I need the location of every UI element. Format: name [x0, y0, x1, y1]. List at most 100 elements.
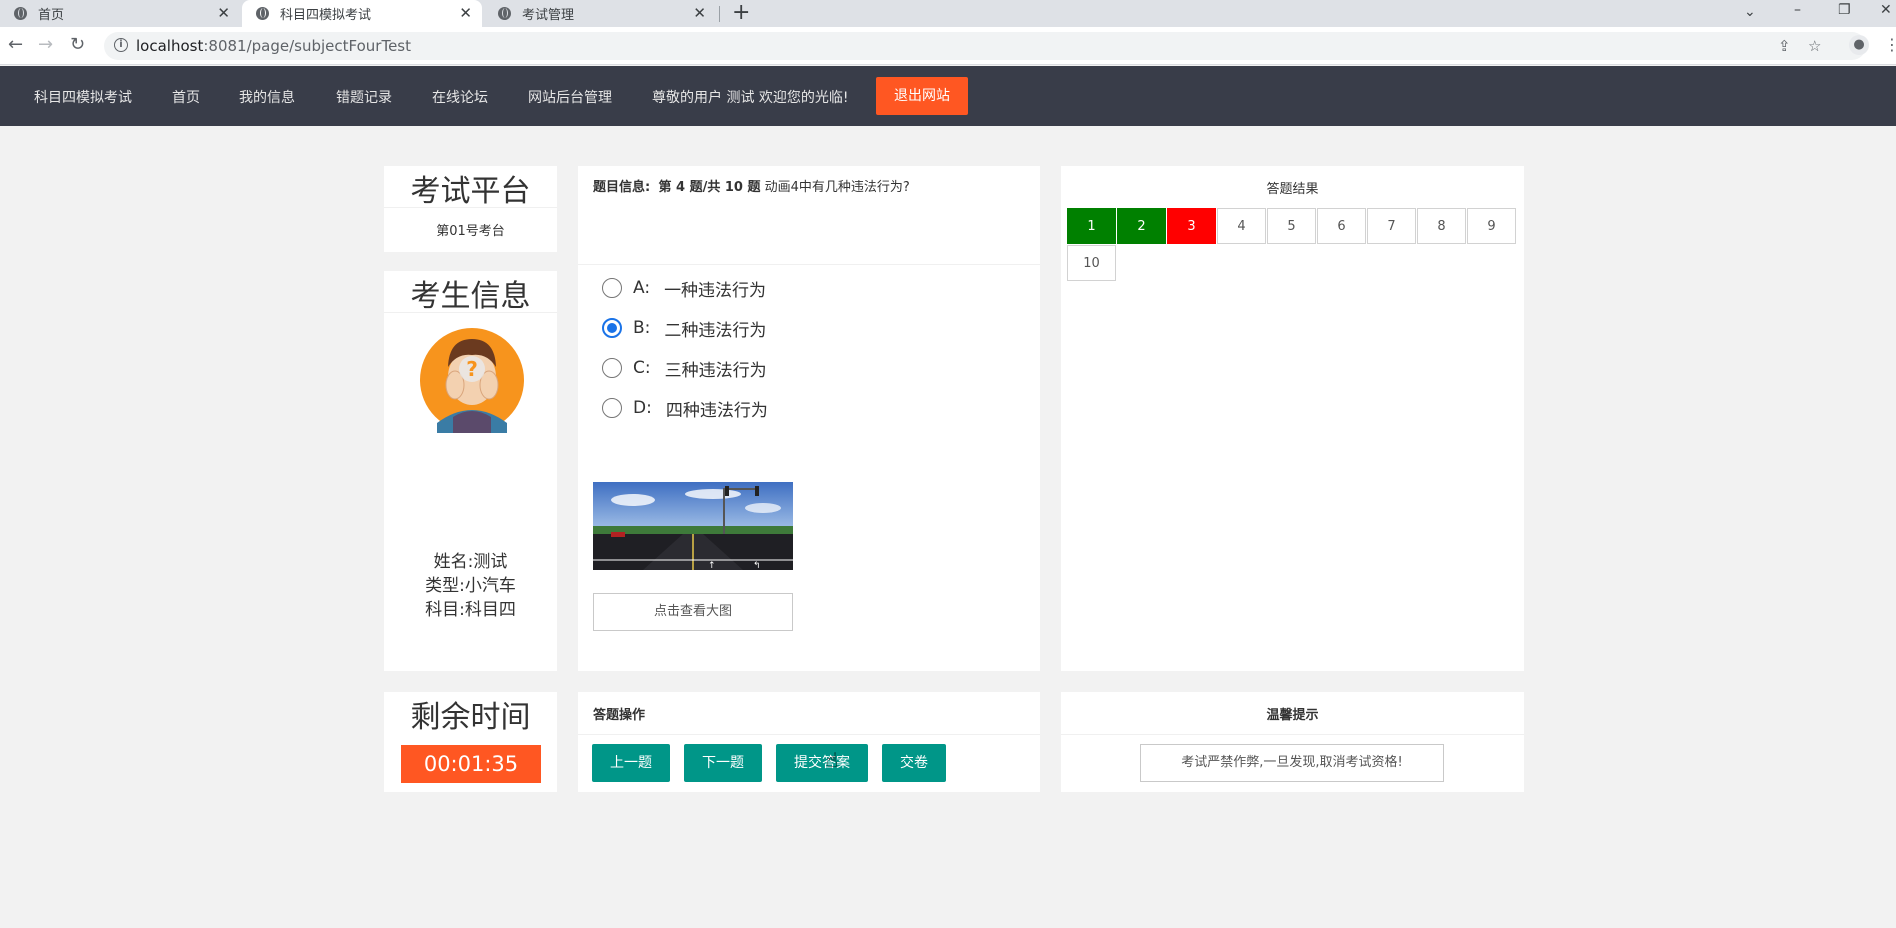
platform-title: 考试平台: [410, 174, 531, 209]
question-label: 题目信息:: [593, 180, 651, 195]
option-b-radio[interactable]: [602, 318, 622, 338]
result-cell-5[interactable]: 5: [1267, 208, 1316, 244]
option-a[interactable]: A: 一种违法行为: [602, 277, 766, 301]
svg-text:↰: ↰: [753, 561, 761, 570]
logout-button[interactable]: 退出网站: [876, 77, 968, 115]
browser-tab-exam[interactable]: 科目四模拟考试 ✕: [242, 0, 482, 27]
option-c[interactable]: C: 三种违法行为: [602, 357, 767, 381]
window-close-icon[interactable]: ✕: [1880, 0, 1892, 20]
close-icon[interactable]: ✕: [217, 4, 230, 22]
examinee-title: 考生信息: [410, 279, 531, 314]
result-cell-3[interactable]: 3: [1167, 208, 1216, 244]
profile-icon[interactable]: ●: [1849, 35, 1869, 55]
address-bar[interactable]: i localhost:8081/page/subjectFourTest ⇪ …: [104, 32, 1866, 60]
question-progress: 第 4 题/共 10 题: [658, 180, 761, 195]
result-cell-4[interactable]: 4: [1217, 208, 1266, 244]
share-icon[interactable]: ⇪: [1778, 37, 1791, 55]
browser-tab-home[interactable]: 首页 ✕: [0, 0, 240, 27]
result-cell-6[interactable]: 6: [1317, 208, 1366, 244]
url-host: localhost: [136, 37, 204, 55]
avatar: ?: [420, 328, 524, 433]
next-question-button[interactable]: 下一题: [684, 744, 762, 782]
question-header: 题目信息: 第 4 题/共 10 题 动画4中有几种违法行为?: [593, 176, 910, 195]
option-text: 四种违法行为: [665, 400, 768, 421]
examinee-name: 姓名:测试: [433, 552, 508, 572]
restore-icon[interactable]: ❐: [1838, 0, 1851, 20]
globe-icon: [256, 7, 269, 20]
tips-title: 温馨提示: [1266, 708, 1319, 723]
svg-text:↑: ↑: [708, 561, 716, 570]
results-title: 答题结果: [1266, 182, 1319, 197]
tab-title: 科目四模拟考试: [280, 8, 372, 23]
globe-icon: [14, 7, 27, 20]
question-panel: 题目信息: 第 4 题/共 10 题 动画4中有几种违法行为? A: 一种违法行…: [578, 166, 1040, 671]
question-animation-image: ↑ ↰: [593, 482, 793, 570]
hand-in-button[interactable]: 交卷: [882, 744, 946, 782]
url-text: localhost:8081/page/subjectFourTest: [136, 37, 411, 55]
examinee-subject: 科目:科目四: [425, 600, 516, 620]
results-panel: 答题结果 1 2 3 4 5 6 7 8 9 10: [1061, 166, 1524, 671]
globe-icon: [498, 7, 511, 20]
nav-admin[interactable]: 网站后台管理: [528, 87, 612, 107]
tab-search-chevron-icon[interactable]: ⌄: [1744, 2, 1756, 22]
forward-arrow-icon[interactable]: →: [38, 36, 53, 54]
tips-text: 考试严禁作弊,一旦发现,取消考试资格!: [1140, 744, 1444, 782]
menu-kebab-icon[interactable]: ⋮: [1884, 36, 1896, 54]
option-text: 三种违法行为: [664, 360, 767, 381]
nav-my-info[interactable]: 我的信息: [239, 87, 295, 107]
option-letter: A:: [633, 278, 651, 298]
nav-forum[interactable]: 在线论坛: [432, 87, 488, 107]
divider: [578, 734, 1040, 735]
site-navbar: 科目四模拟考试 首页 我的信息 错题记录 在线论坛 网站后台管理 尊敬的用户 测…: [0, 66, 1896, 126]
platform-panel: 考试平台 第01号考台: [384, 166, 557, 252]
divider: [1061, 734, 1524, 735]
prev-question-button[interactable]: 上一题: [592, 744, 670, 782]
close-icon[interactable]: ✕: [459, 4, 472, 22]
timer-panel: 剩余时间 00:01:35: [384, 692, 557, 792]
option-c-radio[interactable]: [602, 358, 622, 378]
back-arrow-icon[interactable]: ←: [8, 36, 23, 54]
new-tab-plus-icon[interactable]: +: [732, 0, 750, 26]
countdown-timer: 00:01:35: [401, 745, 541, 783]
reload-icon[interactable]: ↻: [70, 36, 85, 54]
option-d-radio[interactable]: [602, 398, 622, 418]
tab-title: 考试管理: [522, 8, 575, 23]
exam-room: 第01号考台: [436, 224, 505, 239]
option-b[interactable]: B: 二种违法行为: [602, 317, 766, 341]
examinee-panel: 考生信息 ? 姓名:测试 类型:小汽车 科目:科目四: [384, 271, 557, 671]
option-letter: C:: [633, 358, 651, 378]
operations-panel: 答题操作 上一题 下一题 提交答案 交卷: [578, 692, 1040, 792]
close-icon[interactable]: ✕: [693, 4, 706, 22]
browser-tab-admin[interactable]: 考试管理 ✕: [484, 0, 716, 27]
site-info-icon[interactable]: i: [114, 38, 128, 52]
result-cell-8[interactable]: 8: [1417, 208, 1466, 244]
tab-title: 首页: [38, 8, 65, 23]
option-letter: D:: [633, 398, 652, 418]
nav-brand[interactable]: 科目四模拟考试: [34, 87, 132, 107]
result-cell-10[interactable]: 10: [1067, 245, 1116, 281]
submit-answer-button[interactable]: 提交答案: [776, 744, 868, 782]
tips-panel: 温馨提示 考试严禁作弊,一旦发现,取消考试资格!: [1061, 692, 1524, 792]
operations-title: 答题操作: [593, 708, 646, 723]
result-cell-2[interactable]: 2: [1117, 208, 1166, 244]
result-cell-9[interactable]: 9: [1467, 208, 1516, 244]
option-d[interactable]: D: 四种违法行为: [602, 397, 768, 421]
bookmark-star-icon[interactable]: ☆: [1808, 37, 1821, 55]
option-a-radio[interactable]: [602, 278, 622, 298]
examinee-type: 类型:小汽车: [425, 576, 516, 596]
divider: [578, 264, 1040, 265]
result-cell-7[interactable]: 7: [1367, 208, 1416, 244]
result-cell-1[interactable]: 1: [1067, 208, 1116, 244]
minimize-icon[interactable]: –: [1794, 0, 1801, 20]
view-big-image-button[interactable]: 点击查看大图: [593, 593, 793, 631]
mouse-pointer-icon: ☝: [826, 748, 839, 772]
timer-title: 剩余时间: [410, 700, 531, 735]
option-letter: B:: [633, 318, 651, 338]
url-path: :8081/page/subjectFourTest: [203, 37, 411, 55]
tab-separator: [719, 6, 720, 22]
nav-home[interactable]: 首页: [172, 87, 200, 107]
divider: [384, 312, 557, 313]
nav-mistakes[interactable]: 错题记录: [336, 87, 392, 107]
question-text: 动画4中有几种违法行为?: [764, 180, 910, 195]
browser-toolbar: ← → ↻ i localhost:8081/page/subjectFourT…: [0, 27, 1896, 65]
